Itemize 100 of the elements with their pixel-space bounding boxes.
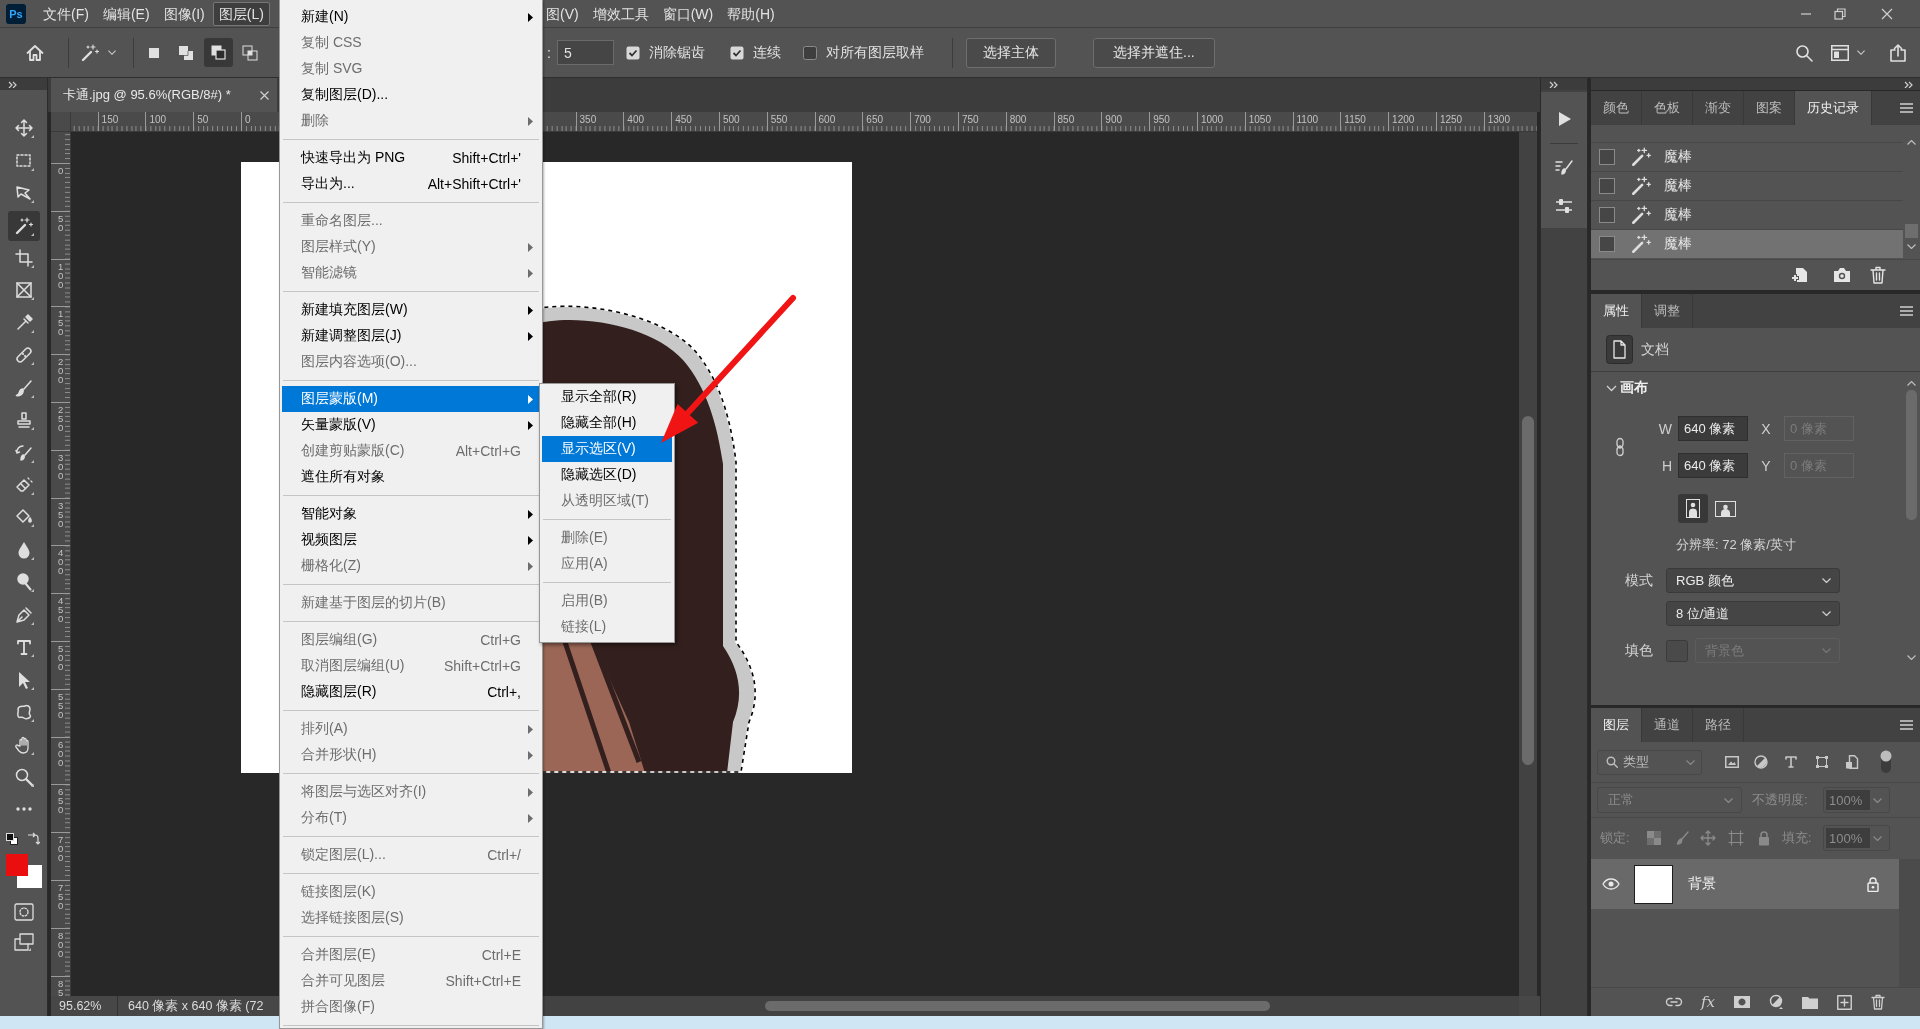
panel-menu-icon[interactable] — [1900, 103, 1913, 113]
checkbox[interactable] — [729, 45, 744, 60]
checkerboard-icon[interactable] — [1647, 831, 1661, 845]
eye-icon[interactable] — [1602, 878, 1620, 890]
frame-icon[interactable] — [13, 280, 34, 301]
menu-item[interactable]: 显示选区(V) — [542, 436, 672, 462]
menu-item[interactable]: 复制图层(D)... — [282, 82, 540, 108]
new-layer-icon[interactable] — [1836, 994, 1852, 1010]
scrollbar-thumb[interactable] — [1905, 224, 1918, 238]
menu-bar-item[interactable]: 窗口(W) — [656, 1, 720, 26]
swap-colors-icon[interactable] — [26, 832, 40, 846]
document-tab[interactable]: 卡通.jpg @ 95.6%(RGB/8#) * — [51, 78, 277, 112]
panel-menu-icon[interactable] — [1900, 720, 1913, 730]
checkbox[interactable] — [1599, 178, 1615, 194]
trash-icon[interactable] — [1871, 994, 1885, 1010]
crop-icon[interactable] — [13, 247, 34, 268]
lasso-icon[interactable] — [13, 183, 34, 204]
checkbox[interactable] — [1599, 149, 1615, 165]
panel-tab[interactable]: 属性 — [1591, 294, 1642, 328]
caret-icon[interactable] — [108, 50, 116, 55]
history-state[interactable]: 魔棒 — [1591, 229, 1903, 258]
checkbox[interactable] — [1599, 236, 1615, 252]
menu-bar-item[interactable]: 图像(I) — [157, 1, 211, 26]
close-icon[interactable] — [260, 90, 269, 100]
chevron-up-icon[interactable] — [1907, 140, 1916, 145]
restore-icon[interactable] — [1834, 7, 1846, 20]
dropdown[interactable]: RGB 颜色 — [1666, 568, 1840, 593]
sliders-icon[interactable] — [1554, 196, 1574, 216]
screen-mode-icon[interactable] — [13, 932, 34, 951]
menu-item[interactable]: 新建调整图层(J) — [282, 323, 540, 349]
landscape-icon[interactable] — [1715, 500, 1736, 517]
search-icon[interactable] — [1795, 43, 1813, 62]
scrollbar-thumb[interactable] — [765, 1001, 1270, 1011]
quick-mask-icon[interactable] — [13, 902, 34, 921]
magic-wand-icon[interactable] — [7, 210, 40, 241]
smart-object-filter-icon[interactable] — [1845, 755, 1859, 769]
menu-item[interactable]: 遮住所有对象 — [282, 464, 540, 490]
fx-button[interactable]: fx — [1701, 994, 1715, 1010]
lock-icon[interactable] — [1867, 876, 1879, 892]
pen-icon[interactable] — [13, 604, 34, 625]
menu-bar-item[interactable]: 文件(F) — [37, 1, 95, 26]
add-selection-icon[interactable] — [178, 44, 194, 61]
panel-tab[interactable]: 通道 — [1642, 708, 1693, 742]
new-document-icon[interactable] — [1791, 266, 1809, 284]
filter-dropdown[interactable]: 类型 — [1597, 749, 1702, 775]
layer-row[interactable]: 背景 — [1591, 859, 1899, 909]
type-filter-icon[interactable] — [1784, 755, 1798, 769]
menu-item[interactable]: 智能对象 — [282, 501, 540, 527]
history-brush-icon[interactable] — [13, 442, 34, 463]
image-filter-icon[interactable] — [1725, 755, 1739, 769]
adjustment-filter-icon[interactable] — [1754, 755, 1768, 769]
share-icon[interactable] — [1889, 43, 1907, 62]
trash-icon[interactable] — [1870, 266, 1886, 284]
brush-icon[interactable] — [13, 377, 34, 398]
menu-item[interactable]: 视频图层 — [282, 527, 540, 553]
panel-menu-icon[interactable] — [1900, 306, 1913, 316]
adjustment-icon[interactable] — [1768, 994, 1784, 1010]
default-colors-icon[interactable] — [5, 832, 18, 845]
menu-bar-item[interactable]: 帮助(H) — [721, 1, 781, 26]
document-icon[interactable] — [1606, 335, 1633, 364]
portrait-icon[interactable] — [1678, 494, 1708, 523]
workspace-icon[interactable] — [1831, 44, 1849, 61]
panel-tab[interactable]: 路径 — [1693, 708, 1744, 742]
zoom-icon[interactable] — [13, 766, 34, 787]
menu-item[interactable]: 隐藏全部(H) — [542, 410, 672, 436]
panel-tab[interactable]: 色板 — [1642, 91, 1693, 125]
menu-item[interactable]: 隐藏图层(R) Ctrl+, — [282, 679, 540, 705]
move-icon[interactable] — [13, 118, 34, 139]
chevron-up-icon[interactable] — [1907, 381, 1916, 386]
camera-icon[interactable] — [1833, 267, 1851, 283]
toolbar-button[interactable]: 选择并遮住... — [1092, 37, 1215, 68]
folder-icon[interactable] — [1802, 995, 1818, 1009]
magic-wand-icon[interactable] — [80, 42, 100, 63]
subtract-selection-icon[interactable] — [203, 38, 233, 67]
panel-tab[interactable]: 调整 — [1642, 294, 1693, 328]
tolerance-field[interactable]: 5 — [556, 40, 614, 65]
collapse-icon[interactable] — [1904, 80, 1913, 88]
panel-tab[interactable]: 颜色 — [1591, 91, 1642, 125]
color-swatch-icon[interactable] — [1666, 639, 1688, 662]
menu-item[interactable]: 新建填充图层(W) — [282, 297, 540, 323]
collapse-icon[interactable] — [8, 80, 17, 88]
chevron-down-icon[interactable] — [1907, 244, 1916, 249]
number-field[interactable]: 640 像素 — [1678, 416, 1748, 441]
checkbox[interactable] — [625, 45, 640, 60]
paint-bucket-icon[interactable] — [13, 507, 34, 528]
menu-item[interactable]: 新建(N) — [282, 4, 540, 30]
menu-bar-item[interactable]: 图(V) — [546, 1, 585, 26]
checkbox[interactable] — [802, 45, 817, 60]
link-icon[interactable] — [1665, 997, 1683, 1007]
hand-icon[interactable] — [13, 734, 34, 755]
brush-settings-icon[interactable] — [1554, 158, 1574, 178]
shape-filter-icon[interactable] — [1815, 755, 1829, 769]
panel-tab[interactable]: 渐变 — [1693, 91, 1744, 125]
close-icon[interactable] — [1881, 7, 1893, 20]
scrollbar-thumb[interactable] — [1522, 416, 1534, 765]
checkbox[interactable] — [1599, 207, 1615, 223]
mask-icon[interactable] — [1734, 996, 1750, 1008]
panel-tab[interactable]: 图层 — [1591, 708, 1642, 742]
eraser-icon[interactable] — [13, 475, 34, 496]
toggle-icon[interactable] — [1880, 750, 1892, 774]
